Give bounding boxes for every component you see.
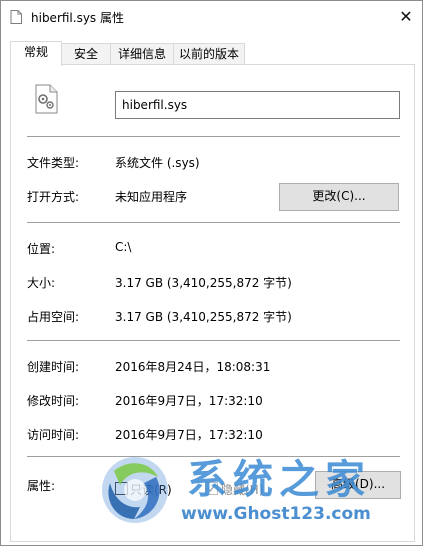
attributes-label: 属性: xyxy=(27,479,56,493)
file-type-value: 系统文件 (.sys) xyxy=(115,156,200,170)
file-icon xyxy=(10,10,22,24)
advanced-button[interactable]: 高级(D)... xyxy=(315,471,401,499)
tab-strip: 常规 安全 详细信息 以前的版本 xyxy=(10,41,420,66)
tab-previous-versions[interactable]: 以前的版本 xyxy=(173,43,245,65)
readonly-label[interactable]: 只读(R) xyxy=(130,481,172,498)
tab-general[interactable]: 常规 xyxy=(10,41,62,66)
change-button[interactable]: 更改(C)... xyxy=(279,183,399,211)
modified-label: 修改时间: xyxy=(27,394,80,408)
close-button[interactable]: ✕ xyxy=(390,1,422,31)
opens-with-value: 未知应用程序 xyxy=(115,190,188,204)
system-file-icon xyxy=(35,84,58,114)
modified-value: 2016年9月7日，17:32:10 xyxy=(115,394,263,408)
tab-details[interactable]: 详细信息 xyxy=(110,43,174,65)
close-icon: ✕ xyxy=(399,6,413,26)
accessed-label: 访问时间: xyxy=(27,428,80,442)
separator xyxy=(27,340,400,341)
location-label: 位置: xyxy=(27,242,56,256)
created-label: 创建时间: xyxy=(27,360,80,374)
size-on-disk-value: 3.17 GB (3,410,255,872 字节) xyxy=(115,310,292,324)
general-panel: hiberfil.sys 文件类型: 系统文件 (.sys) 打开方式: 未知应… xyxy=(10,64,415,542)
window-title: hiberfil.sys 属性 xyxy=(31,11,125,25)
size-on-disk-label: 占用空间: xyxy=(27,310,80,324)
file-name-input[interactable]: hiberfil.sys xyxy=(115,91,400,119)
tab-security[interactable]: 安全 xyxy=(61,43,111,65)
checkmark-icon xyxy=(207,484,216,492)
properties-window: hiberfil.sys 属性 ✕ 常规 安全 详细信息 以前的版本 hiber… xyxy=(0,0,423,546)
opens-with-label: 打开方式: xyxy=(27,190,80,204)
title-bar: hiberfil.sys 属性 ✕ xyxy=(1,1,422,33)
location-value: C:\ xyxy=(115,240,132,254)
size-label: 大小: xyxy=(27,276,56,290)
readonly-checkbox[interactable] xyxy=(115,482,128,495)
hidden-label[interactable]: 隐藏(H) xyxy=(221,481,263,498)
separator xyxy=(27,222,400,223)
separator xyxy=(27,456,400,457)
created-value: 2016年8月24日，18:08:31 xyxy=(115,360,271,374)
size-value: 3.17 GB (3,410,255,872 字节) xyxy=(115,276,292,290)
hidden-checkbox[interactable] xyxy=(205,482,218,495)
separator xyxy=(27,136,400,137)
file-type-label: 文件类型: xyxy=(27,156,80,170)
accessed-value: 2016年9月7日，17:32:10 xyxy=(115,428,263,442)
